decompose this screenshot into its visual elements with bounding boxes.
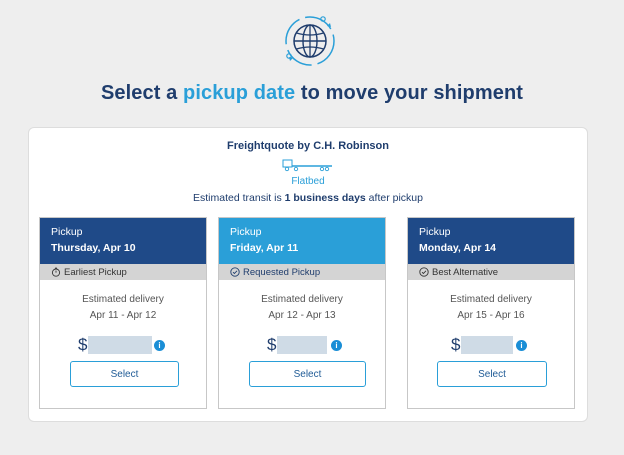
card-tag: Requested Pickup: [219, 264, 385, 280]
pickup-card-monday: Pickup Monday, Apr 14 Best Alternative E…: [407, 217, 575, 409]
price-row: $ i: [219, 335, 385, 355]
pickup-card-friday: Pickup Friday, Apr 11 Requested Pickup E…: [218, 217, 386, 409]
currency-symbol: $: [451, 335, 461, 354]
pickup-label: Pickup: [51, 226, 83, 238]
equipment-label: Flatbed: [291, 176, 325, 187]
estimated-delivery-label: Estimated delivery: [261, 294, 343, 305]
info-icon[interactable]: i: [516, 340, 527, 351]
estimated-delivery-label: Estimated delivery: [450, 294, 532, 305]
info-icon[interactable]: i: [331, 340, 342, 351]
transit-text: Estimated transit is: [193, 192, 285, 204]
quote-panel: Freightquote by C.H. Robinson Flatbed Es…: [28, 127, 588, 422]
select-button[interactable]: Select: [70, 361, 179, 387]
pickup-date: Thursday, Apr 10: [51, 242, 136, 254]
price-redacted: [277, 336, 327, 354]
globe-icon: [281, 12, 339, 70]
transit-estimate: Estimated transit is 1 business days aft…: [29, 192, 587, 204]
title-text-end: to move your shipment: [295, 82, 524, 104]
carrier-name: Freightquote by C.H. Robinson: [227, 140, 389, 152]
page-title: Select a pickup date to move your shipme…: [0, 82, 624, 105]
transit-days: 1 business days: [284, 192, 366, 204]
price-row: $ i: [408, 335, 574, 355]
tag-label: Best Alternative: [432, 266, 499, 278]
price-redacted: [461, 336, 513, 354]
price-redacted: [88, 336, 152, 354]
card-header: Pickup Friday, Apr 11: [219, 218, 385, 264]
info-icon[interactable]: i: [154, 340, 165, 351]
select-button[interactable]: Select: [249, 361, 366, 387]
tag-label: Earliest Pickup: [64, 266, 127, 278]
pickup-label: Pickup: [230, 226, 262, 238]
delivery-range: Apr 11 - Apr 12: [89, 310, 157, 321]
select-button[interactable]: Select: [437, 361, 547, 387]
pickup-card-thursday: Pickup Thursday, Apr 10 Earliest Pickup …: [39, 217, 207, 409]
pickup-date: Friday, Apr 11: [230, 242, 299, 254]
currency-symbol: $: [78, 335, 88, 354]
estimated-delivery-label: Estimated delivery: [82, 294, 164, 305]
title-text-start: Select a: [100, 82, 184, 104]
stopwatch-icon: [51, 267, 61, 277]
delivery-range: Apr 15 - Apr 16: [457, 310, 525, 321]
card-header: Pickup Monday, Apr 14: [408, 218, 574, 264]
price-row: $ i: [40, 335, 206, 355]
pickup-date: Monday, Apr 14: [419, 242, 497, 254]
currency-symbol: $: [267, 335, 277, 354]
card-tag: Best Alternative: [408, 264, 574, 280]
transit-text-end: after pickup: [365, 192, 423, 204]
delivery-range: Apr 12 - Apr 13: [268, 310, 336, 321]
pickup-label: Pickup: [419, 226, 451, 238]
title-accent: pickup date: [183, 82, 296, 104]
check-circle-icon: [230, 267, 240, 277]
card-tag: Earliest Pickup: [40, 264, 206, 280]
card-header: Pickup Thursday, Apr 10: [40, 218, 206, 264]
flatbed-truck-icon: [282, 158, 334, 172]
tag-label: Requested Pickup: [243, 266, 321, 278]
check-circle-icon: [419, 267, 429, 277]
